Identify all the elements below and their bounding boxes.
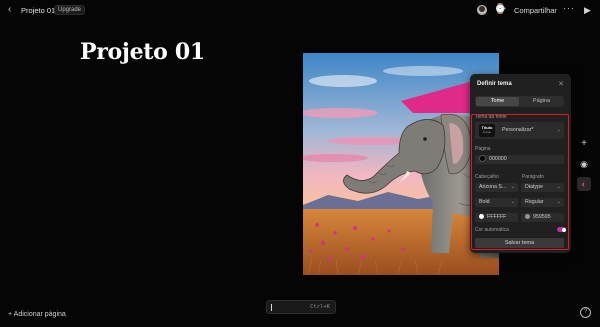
heading-label: Cabeçalho [475, 174, 499, 180]
page-color-swatch[interactable] [479, 154, 486, 162]
chevron-down-icon: ⌄ [556, 184, 561, 190]
text-cursor [271, 304, 272, 311]
play-icon[interactable]: ▶ [584, 5, 591, 16]
font-theme-value: Personalizar* [502, 127, 534, 133]
close-icon[interactable]: ✕ [558, 80, 564, 88]
page-color-value: 000000 [489, 156, 507, 162]
tab-tome[interactable]: Tome [476, 97, 519, 106]
palette-icon[interactable]: ◐ [577, 177, 591, 191]
page-title[interactable]: Projeto 01 [80, 39, 205, 65]
paragraph-font-value: Diatype [525, 184, 543, 190]
auto-color-toggle[interactable] [557, 227, 566, 232]
page-label: Página [475, 146, 491, 152]
paragraph-color-value: 959595 [533, 214, 551, 220]
theme-panel: Definir tema ✕ Tome Página Tema da fonte… [470, 74, 571, 253]
heading-color-field[interactable]: FFFFFF [475, 213, 518, 222]
save-theme-button[interactable]: Salvar tema [475, 238, 564, 248]
font-theme-select[interactable]: Título Corpo Personalizar* ⌄ [475, 122, 564, 139]
add-page-button[interactable]: + Adicionar página [8, 311, 66, 318]
plus-icon[interactable]: + [577, 137, 591, 151]
chevron-down-icon: ⌄ [510, 184, 515, 190]
heading-color-swatch[interactable] [479, 213, 484, 219]
font-preview-thumb: Título Corpo [479, 124, 495, 137]
more-options-icon[interactable]: ··· [563, 3, 575, 13]
top-bar: ‹ Projeto 01 Upgrade ⌚ Compartilhar ··· … [0, 0, 600, 20]
share-button[interactable]: Compartilhar [514, 6, 557, 15]
page-color-field[interactable]: 000000 [475, 154, 564, 164]
heading-font-select[interactable]: Arizona S... ⌄ [475, 183, 518, 192]
chevron-left-icon[interactable]: ‹ [8, 5, 11, 15]
heading-color-value: FFFFFF [487, 214, 507, 220]
upgrade-badge[interactable]: Upgrade [54, 5, 86, 15]
auto-color-label: Cor automática [475, 227, 509, 233]
paragraph-font-select[interactable]: Diatype ⌄ [521, 183, 564, 192]
history-icon[interactable]: ⌚ [494, 4, 506, 15]
heading-weight-value: Bold [479, 199, 490, 205]
paragraph-color-field[interactable]: 959595 [521, 213, 564, 222]
paragraph-color-swatch[interactable] [525, 213, 530, 219]
chevron-down-icon: ⌄ [510, 199, 515, 205]
panel-title: Definir tema [477, 81, 512, 87]
avatar[interactable] [477, 5, 487, 15]
chevron-down-icon: ⌄ [556, 127, 561, 133]
theme-tabs: Tome Página [475, 96, 564, 107]
font-theme-label: Tema da fonte [475, 114, 507, 120]
heading-weight-select[interactable]: Bold ⌄ [475, 198, 518, 207]
tab-pagina[interactable]: Página [520, 97, 563, 106]
chevron-down-icon: ⌄ [556, 199, 561, 205]
paragraph-label: Parágrafo [522, 174, 544, 180]
paragraph-weight-select[interactable]: Regular ⌄ [521, 198, 564, 207]
record-icon[interactable]: ◉ [577, 157, 591, 171]
command-input[interactable]: Ctrl+K [266, 300, 336, 314]
project-name[interactable]: Projeto 01 [21, 6, 55, 15]
help-icon[interactable]: ? [580, 307, 591, 318]
heading-font-value: Arizona S... [479, 184, 507, 190]
shortcut-hint: Ctrl+K [310, 304, 330, 310]
paragraph-weight-value: Regular [525, 199, 544, 205]
